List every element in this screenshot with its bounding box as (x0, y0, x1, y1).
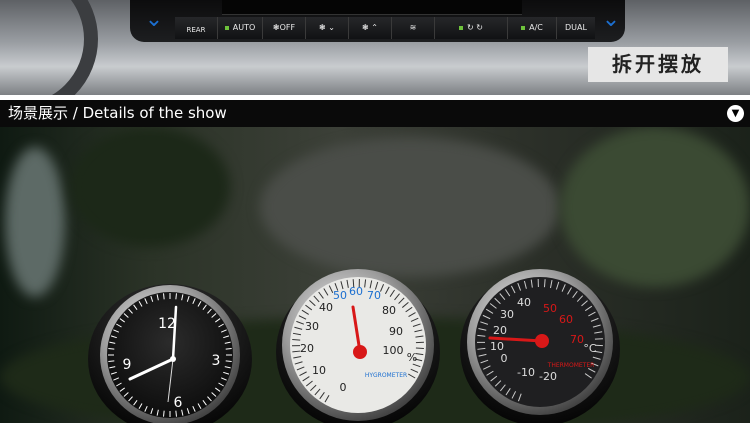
section-header: 场景展示 / Details of the show ▼ (0, 100, 750, 127)
hygro-number-40: 40 (319, 301, 333, 314)
rear-label: REAR (186, 26, 206, 34)
fan-down-icon: ❃ ⌄ (319, 23, 335, 32)
auto-button: AUTO (218, 17, 263, 39)
steering-wheel (0, 0, 98, 95)
auto-label: AUTO (232, 23, 256, 32)
dial-tick (163, 410, 165, 417)
thermo-number-50: 50 (543, 302, 557, 315)
chevron-down-icon: ▼ (727, 105, 744, 122)
dial-tick (225, 348, 232, 350)
dual-button: DUAL (557, 17, 595, 39)
dial-tick (292, 338, 301, 341)
dial-tick (175, 410, 177, 417)
rear-defrost-button: REAR (175, 17, 218, 39)
thermo-number-40: 40 (517, 296, 531, 309)
ac-button: A/C (508, 17, 557, 39)
thermo-number-60: 60 (559, 313, 573, 326)
dial-tick (175, 293, 177, 300)
hygro-number-0: 0 (340, 381, 347, 394)
hygro-hub (353, 345, 367, 359)
clock-number-12: 12 (158, 316, 176, 332)
fan-down-button: ❃ ⌄ (306, 17, 349, 39)
hygro-number-10: 10 (312, 364, 326, 377)
section-title: 场景展示 / Details of the show (8, 104, 227, 122)
indicator-led (521, 25, 526, 30)
car-panel-photo: ⌄ REAR AUTO ❃OFF ❃ ⌄ ❃ ⌃ ≋ ↻ ↻ A/C DUAL … (0, 0, 750, 95)
chevron-down-icon: ⌄ (601, 7, 621, 32)
dial-tick (108, 360, 115, 362)
disassembly-label: 拆开摆放 (588, 47, 728, 82)
thermo-number-10: 10 (490, 340, 504, 353)
indicator-led (459, 25, 464, 30)
clock-hub (170, 356, 176, 362)
fan-icon: ❃ (272, 23, 280, 32)
hygro-number-90: 90 (389, 325, 403, 338)
hygro-number-20: 20 (300, 342, 314, 355)
ac-label: A/C (529, 23, 543, 32)
gauges-svg: 12 3 6 9 0 10 20 30 40 50 60 70 80 90 10… (88, 269, 620, 423)
dial-tick (543, 279, 546, 288)
fan-up-icon: ❃ ⌃ (362, 23, 378, 32)
front-defrost-button: ≋ (392, 17, 435, 39)
dial-tick (108, 348, 115, 350)
thermo-hub (535, 334, 549, 348)
dial-tick (225, 360, 232, 362)
thermo-number-20: 20 (493, 324, 507, 337)
defrost-icon: ≋ (409, 23, 417, 32)
dual-label: DUAL (565, 23, 587, 32)
recirculation-button: ↻ ↻ (435, 17, 508, 39)
thermo-number-30: 30 (500, 308, 514, 321)
hygro-number-50: 50 (333, 289, 347, 302)
analog-clock: 12 3 6 9 (88, 284, 252, 423)
clock-number-6: 6 (174, 395, 183, 411)
chevron-down-icon: ⌄ (144, 7, 164, 32)
hygro-number-100: 100 (383, 344, 404, 357)
thermo-label: THERMOMETER (547, 362, 595, 369)
dial-tick (163, 293, 165, 300)
recirculation-icon: ↻ ↻ (467, 23, 483, 32)
hygro-number-30: 30 (305, 320, 319, 333)
thermo-number-0: 0 (501, 352, 508, 365)
clock-number-9: 9 (123, 357, 132, 373)
hygro-number-60: 60 (349, 285, 363, 298)
hygro-number-70: 70 (367, 289, 381, 302)
thermo-number-minus10: -10 (517, 366, 535, 379)
thermo-number-minus20: -20 (539, 370, 557, 383)
fan-up-button: ❃ ⌃ (349, 17, 392, 39)
panel-display (222, 0, 522, 15)
clock-number-3: 3 (212, 353, 221, 369)
hygro-number-80: 80 (382, 304, 396, 317)
hygro-unit: % (407, 351, 417, 364)
hygrometer-gauge: 0 10 20 30 40 50 60 70 80 90 100 % HYGRO… (276, 269, 440, 423)
off-label: OFF (279, 23, 296, 32)
hygro-label: HYGROMETER (365, 372, 407, 379)
thermo-unit: °C (583, 342, 597, 355)
fan-off-button: ❃OFF (263, 17, 306, 39)
indicator-led (224, 25, 229, 30)
thermo-number-70: 70 (570, 333, 584, 346)
thermometer-gauge: -20 -10 0 10 20 30 40 50 60 70 °C THERMO… (460, 269, 620, 423)
gauges-scene-photo: 12 3 6 9 0 10 20 30 40 50 60 70 80 90 10… (0, 127, 750, 423)
